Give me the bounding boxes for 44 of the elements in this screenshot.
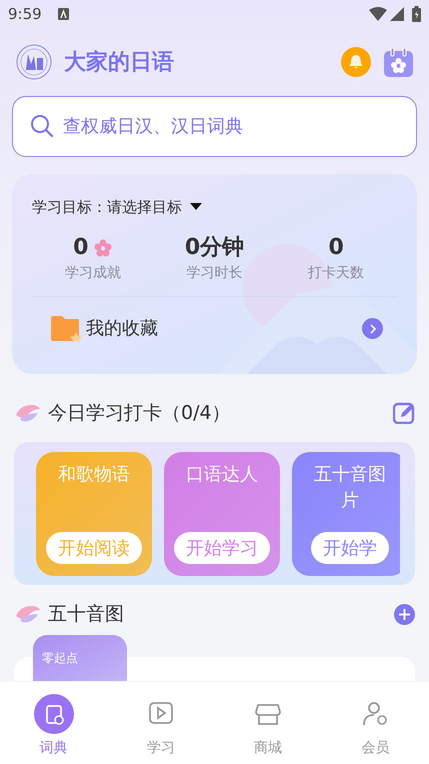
search-icon: [30, 114, 54, 138]
flower-icon: [94, 238, 112, 256]
start-button[interactable]: 开始学: [311, 532, 389, 564]
edit-icon[interactable]: [393, 402, 415, 424]
signal-icon: [390, 7, 404, 21]
stat-value: 0分钟: [184, 234, 244, 262]
chevron-right-icon: [368, 324, 376, 334]
add-button[interactable]: [394, 604, 415, 624]
course-card[interactable]: 和歌物语 开始阅读: [36, 452, 152, 576]
goal-dropdown[interactable]: 学习目标：请选择目标: [32, 196, 202, 218]
battery-icon: [412, 6, 421, 22]
stat-label: 打卡天数: [308, 264, 364, 282]
section-title: 五十音图: [48, 602, 124, 627]
course-card[interactable]: 口语达人 开始学习: [164, 452, 280, 576]
thumbnail-text: 零起点: [42, 651, 78, 665]
card-title: 和歌物语: [58, 463, 130, 487]
keyboard-icon: [58, 8, 69, 20]
start-button[interactable]: 开始阅读: [46, 532, 142, 564]
person-icon: [361, 700, 390, 728]
plus-icon: [399, 608, 410, 620]
search-field[interactable]: 查权威日汉、汉日词典: [12, 96, 417, 157]
card-title: 口语达人: [186, 463, 258, 487]
wifi-icon: [369, 7, 387, 21]
nav-tab[interactable]: 会员: [322, 682, 429, 764]
app-title: 大家的日语: [64, 48, 174, 76]
stat-value: 0: [73, 234, 88, 262]
section-title: 今日学习打卡（0/4）: [48, 400, 231, 426]
calendar-icon[interactable]: [384, 48, 413, 76]
favorites-link[interactable]: 我的收藏: [86, 315, 158, 342]
course-card[interactable]: 五十音图片 开始学: [292, 452, 400, 576]
stat-value: 0: [328, 234, 344, 262]
notification-button[interactable]: [341, 47, 371, 77]
caret-down-icon: [190, 203, 202, 212]
nav-tab[interactable]: 学习: [107, 682, 214, 764]
stat-label: 学习成就: [64, 264, 121, 282]
nav-tab[interactable]: 商城: [214, 682, 322, 764]
status-time: 9:59: [8, 4, 42, 25]
start-button[interactable]: 开始学习: [174, 532, 270, 564]
nav-tab[interactable]: 词典: [0, 682, 108, 764]
card-title: 五十音图片: [313, 463, 387, 513]
stat-label: 学习时长: [186, 264, 242, 282]
folder-icon: [50, 314, 82, 342]
logo-icon: [16, 44, 52, 80]
bell-icon: [348, 54, 364, 70]
